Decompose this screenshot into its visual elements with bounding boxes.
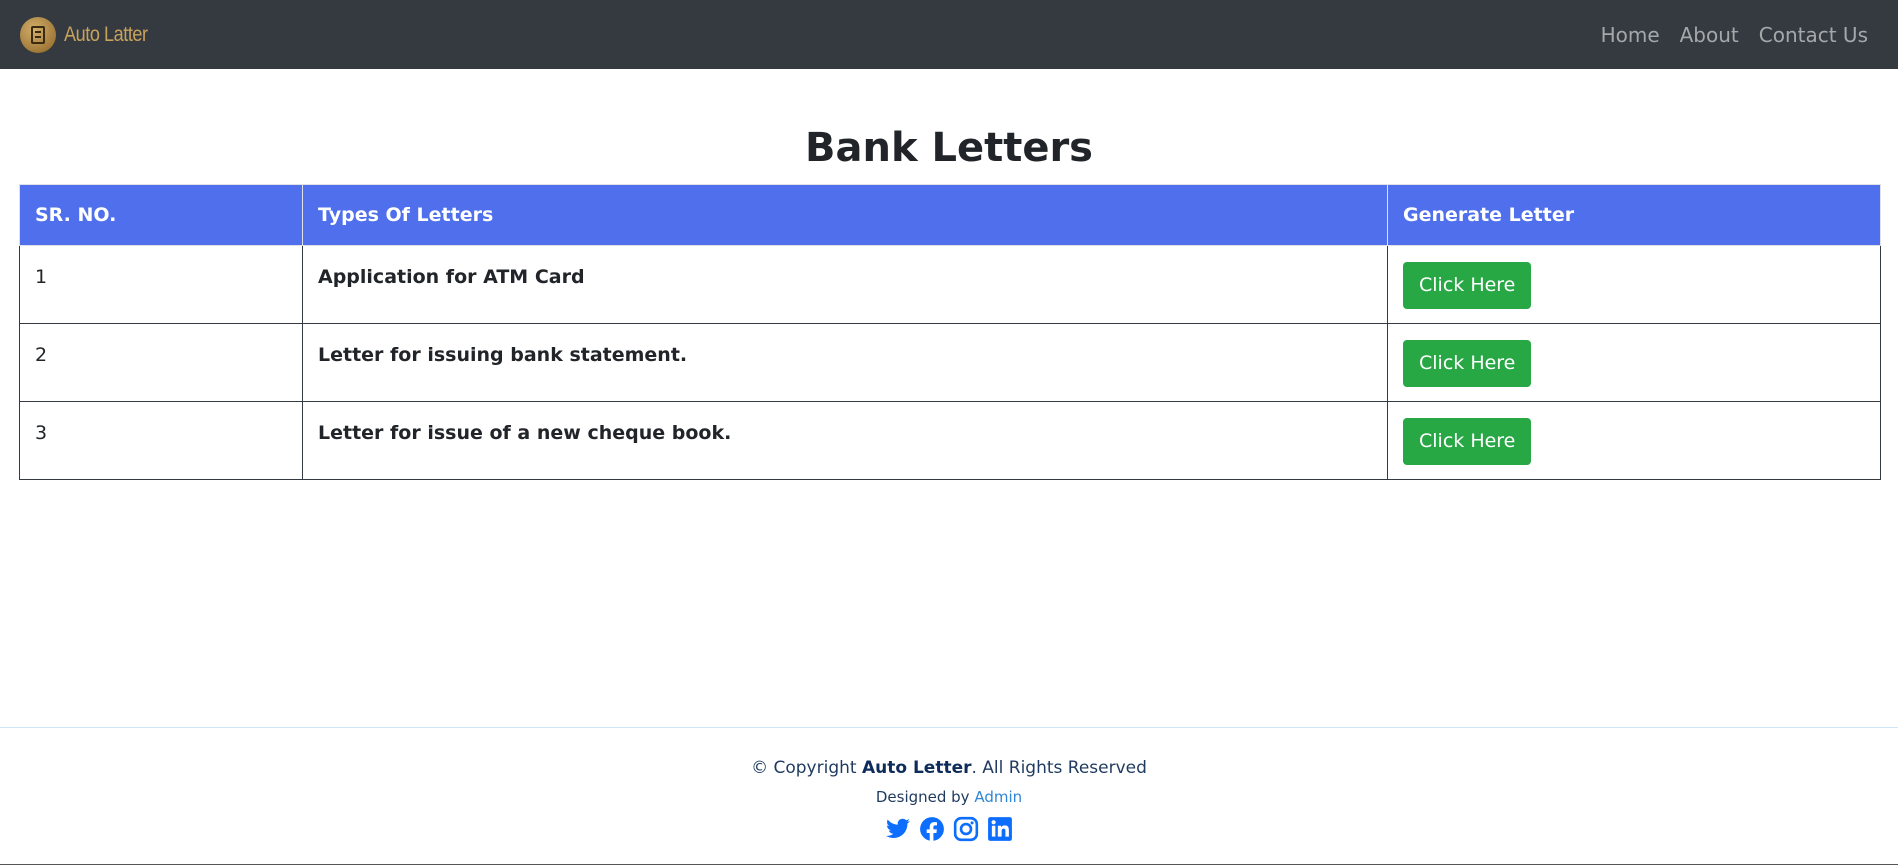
row-sr-no: 2	[19, 323, 303, 402]
row-sr-no: 1	[19, 245, 303, 324]
row-action-cell: Click Here	[1387, 323, 1881, 402]
twitter-icon[interactable]	[885, 816, 911, 842]
copyright-text: © Copyright Auto Letter. All Rights Rese…	[0, 758, 1898, 778]
header-types-of-letters: Types Of Letters	[302, 184, 1388, 246]
designed-by-prefix: Designed by	[875, 788, 970, 806]
table-row: 3 Letter for issue of a new cheque book.…	[19, 401, 1881, 480]
linkedin-icon[interactable]	[987, 816, 1013, 842]
social-links	[0, 816, 1898, 842]
nav-contact-link[interactable]: Contact Us	[1759, 23, 1868, 47]
row-letter-type: Application for ATM Card	[302, 245, 1388, 324]
copyright-suffix: . All Rights Reserved	[971, 758, 1147, 778]
click-here-button[interactable]: Click Here	[1403, 262, 1532, 309]
table-header-row: SR. NO. Types Of Letters Generate Letter	[19, 184, 1881, 246]
navbar: Auto Latter Home About Contact Us	[0, 0, 1898, 69]
click-here-button[interactable]: Click Here	[1403, 340, 1532, 387]
letters-table: SR. NO. Types Of Letters Generate Letter…	[19, 184, 1881, 480]
copyright-brand: Auto Letter	[861, 758, 972, 778]
page-title: Bank Letters	[804, 125, 1093, 171]
nav-about-link[interactable]: About	[1680, 23, 1739, 47]
copyright-prefix: © Copyright	[751, 758, 857, 778]
brand-logo-icon	[20, 16, 56, 53]
brand[interactable]: Auto Latter	[20, 16, 161, 53]
click-here-button[interactable]: Click Here	[1403, 418, 1532, 465]
facebook-icon[interactable]	[919, 816, 945, 842]
designed-by: Designed by Admin	[0, 788, 1898, 806]
table-row: 2 Letter for issuing bank statement. Cli…	[19, 323, 1881, 402]
table-row: 1 Application for ATM Card Click Here	[19, 245, 1881, 324]
nav-home-link[interactable]: Home	[1601, 23, 1660, 47]
instagram-icon[interactable]	[953, 816, 979, 842]
header-sr-no: SR. NO.	[19, 184, 303, 246]
row-sr-no: 3	[19, 401, 303, 480]
row-letter-type: Letter for issue of a new cheque book.	[302, 401, 1388, 480]
row-action-cell: Click Here	[1387, 401, 1881, 480]
row-action-cell: Click Here	[1387, 245, 1881, 324]
admin-link[interactable]: Admin	[974, 788, 1022, 806]
header-generate-letter: Generate Letter	[1387, 184, 1881, 246]
footer: © Copyright Auto Letter. All Rights Rese…	[0, 727, 1898, 865]
nav-links: Home About Contact Us	[1601, 23, 1878, 47]
brand-name: Auto Latter	[64, 22, 148, 46]
row-letter-type: Letter for issuing bank statement.	[302, 323, 1388, 402]
